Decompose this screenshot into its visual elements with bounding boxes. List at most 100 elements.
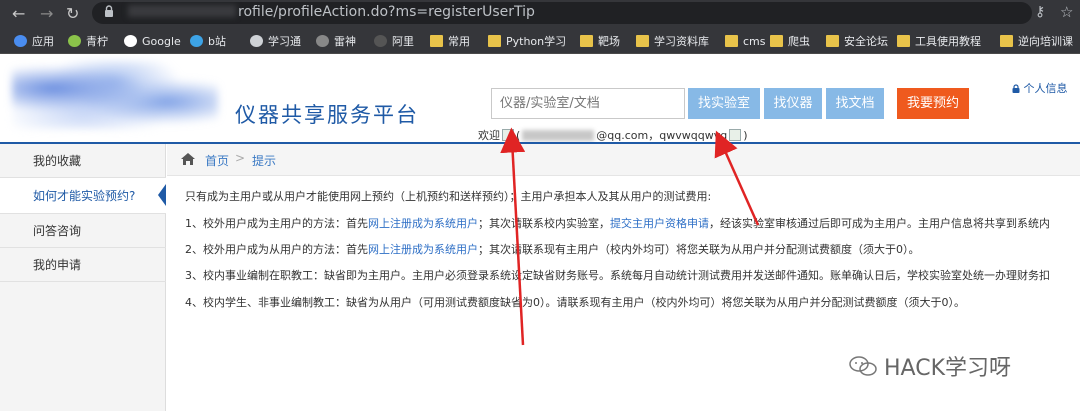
rule-line-1: 1、校外用户成为主用户的方法：首先网上注册成为系统用户；其次请联系校内实验室，提… bbox=[185, 215, 1050, 231]
browser-toolbar: ← → ↻ rofile/profileAction.do?ms=registe… bbox=[0, 0, 1080, 28]
search-input[interactable] bbox=[491, 88, 685, 119]
folder-icon bbox=[826, 35, 839, 47]
site-logo-blurred[interactable] bbox=[12, 61, 218, 129]
folder-icon bbox=[1000, 35, 1013, 47]
bookmark-item[interactable]: 爬虫 bbox=[770, 33, 810, 49]
bookmark-item[interactable]: 青柠 bbox=[68, 33, 108, 49]
lime-icon bbox=[68, 35, 81, 47]
find-document-button[interactable]: 找文档 bbox=[826, 88, 884, 119]
folder-icon bbox=[488, 35, 501, 47]
rule-1-text-a: 1、校外用户成为主用户的方法：首先 bbox=[185, 217, 368, 230]
welcome-email-tail: @qq.com，qwvwqqwvq bbox=[596, 129, 728, 142]
thunder-icon bbox=[316, 35, 329, 47]
bookmark-item[interactable]: Python学习 bbox=[488, 33, 566, 49]
bookmarks-bar: 应用 青柠 Google b站 学习通 雷神 阿里 常用 Python学习 靶场 学习资料库 cms 爬… bbox=[0, 28, 1080, 54]
welcome-close-paren: ) bbox=[743, 128, 748, 142]
bookmark-label: 阿里 bbox=[392, 35, 414, 48]
bookmark-label: 常用 bbox=[448, 35, 470, 48]
bookmark-item[interactable]: 安全论坛 bbox=[826, 33, 888, 49]
reserve-button[interactable]: 我要预约 bbox=[897, 88, 969, 119]
intro-text: 只有成为主用户或从用户才能使用网上预约（上机预约和送样预约）；主用户承担本人及其… bbox=[185, 190, 712, 203]
bookmark-item[interactable]: b站 bbox=[190, 33, 226, 49]
ali-icon bbox=[374, 35, 387, 47]
bookmark-label: Google bbox=[142, 34, 181, 48]
breadcrumb-home[interactable]: 首页 bbox=[205, 152, 229, 169]
lock-small-icon bbox=[1012, 84, 1020, 93]
bookmark-label: 逆向培训课 bbox=[1018, 35, 1073, 48]
bookmark-item[interactable]: 阿里 bbox=[374, 33, 414, 49]
bookmark-label: b站 bbox=[208, 35, 226, 48]
bookmark-label: 靶场 bbox=[598, 35, 620, 48]
welcome-text: 欢迎 ( @qq.com，qwvwqqwvq ) bbox=[478, 127, 748, 143]
sidebar-item-label: 我的收藏 bbox=[33, 154, 82, 168]
personal-info-label: 个人信息 bbox=[1023, 82, 1068, 95]
welcome-prefix: 欢迎 bbox=[478, 129, 500, 142]
folder-icon bbox=[897, 35, 910, 47]
rule-1-text-c: ，经该实验室审核通过后即可成为主用户。主用户信息将共享到系统内 bbox=[709, 217, 1050, 230]
site-title: 仪器共享服务平台 bbox=[235, 103, 419, 127]
bookmark-item[interactable]: 靶场 bbox=[580, 33, 620, 49]
broken-image-icon bbox=[729, 129, 742, 141]
bookmark-label: Python学习 bbox=[506, 35, 567, 48]
globe-icon bbox=[250, 35, 263, 47]
lock-icon[interactable] bbox=[104, 5, 114, 17]
sidebar-item-how-to-reserve[interactable]: 如何才能实验预约? bbox=[0, 178, 166, 214]
forward-icon[interactable]: → bbox=[40, 4, 53, 24]
find-instrument-button[interactable]: 找仪器 bbox=[764, 88, 822, 119]
reload-icon[interactable]: ↻ bbox=[66, 4, 79, 24]
bookmark-item[interactable]: 学习通 bbox=[250, 33, 301, 49]
folder-icon bbox=[636, 35, 649, 47]
blurred-url-host bbox=[128, 5, 236, 17]
bookmark-item[interactable]: 应用 bbox=[14, 33, 54, 49]
folder-icon bbox=[770, 35, 783, 47]
bookmark-label: 学习通 bbox=[268, 35, 301, 48]
register-link[interactable]: 网上注册成为系统用户 bbox=[368, 243, 478, 256]
google-icon bbox=[124, 35, 137, 47]
bilibili-icon bbox=[190, 35, 203, 47]
blurred-email-user bbox=[522, 129, 595, 141]
submit-main-user-application-link[interactable]: 提交主用户资格申请 bbox=[610, 217, 709, 230]
key-icon[interactable]: ⚷ bbox=[1035, 4, 1045, 20]
rule-line-4: 4、校内学生、非事业编制教工：缺省为从用户（可用测试费额度缺省为0）。请联系现有… bbox=[185, 296, 965, 309]
bookmark-item[interactable]: 学习资料库 bbox=[636, 33, 709, 49]
wechat-icon bbox=[849, 356, 877, 376]
bookmark-item[interactable]: Google bbox=[124, 33, 181, 49]
sidebar-item-my-applications[interactable]: 我的申请 bbox=[0, 248, 166, 282]
apps-grid-icon bbox=[14, 35, 27, 47]
bookmark-item[interactable]: 雷神 bbox=[316, 33, 356, 49]
back-icon[interactable]: ← bbox=[12, 4, 25, 24]
home-icon[interactable] bbox=[180, 152, 196, 166]
watermark-text: HACK学习呀 bbox=[884, 356, 1011, 381]
sidebar-item-favorites[interactable]: 我的收藏 bbox=[0, 144, 166, 178]
sidebar-item-label: 如何才能实验预约? bbox=[33, 189, 136, 203]
breadcrumb-separator: > bbox=[235, 151, 246, 165]
rule-2-text-a: 2、校外用户成为从用户的方法：首先 bbox=[185, 243, 368, 256]
bookmark-label: 雷神 bbox=[334, 35, 356, 48]
url-text[interactable]: rofile/profileAction.do?ms=registerUserT… bbox=[238, 3, 535, 21]
sidebar-item-label: 我的申请 bbox=[33, 258, 82, 272]
bookmark-label: 青柠 bbox=[86, 35, 108, 48]
breadcrumb: 首页 > 提示 bbox=[167, 144, 1080, 176]
breadcrumb-current[interactable]: 提示 bbox=[252, 152, 276, 169]
bookmark-label: 爬虫 bbox=[788, 35, 810, 48]
folder-icon bbox=[725, 35, 738, 47]
rule-line-2: 2、校外用户成为从用户的方法：首先网上注册成为系统用户；其次请联系现有主用户（校… bbox=[185, 241, 920, 257]
folder-icon bbox=[580, 35, 593, 47]
bookmark-label: 工具使用教程 bbox=[915, 35, 981, 48]
watermark: HACK学习呀 bbox=[848, 350, 1011, 382]
bookmark-item[interactable]: cms bbox=[725, 33, 766, 49]
personal-info-link[interactable]: 个人信息 bbox=[1012, 80, 1068, 96]
rule-2-text-b: ；其次请联系现有主用户（校内外均可）将您关联为从用户并分配测试费额度（须大于0）… bbox=[478, 243, 920, 256]
active-marker-icon bbox=[158, 184, 166, 206]
bookmark-item[interactable]: 常用 bbox=[430, 33, 470, 49]
bookmark-item[interactable]: 工具使用教程 bbox=[897, 33, 981, 49]
rule-1-text-b: ；其次请联系校内实验室， bbox=[478, 217, 610, 230]
sidebar-item-qa[interactable]: 问答咨询 bbox=[0, 214, 166, 248]
sidebar: 我的收藏 如何才能实验预约? 问答咨询 我的申请 bbox=[0, 144, 166, 411]
bookmark-item[interactable]: 逆向培训课 bbox=[1000, 33, 1073, 49]
register-link[interactable]: 网上注册成为系统用户 bbox=[368, 217, 478, 230]
sidebar-item-label: 问答咨询 bbox=[33, 224, 82, 238]
bookmark-star-icon[interactable]: ☆ bbox=[1060, 3, 1073, 21]
bookmark-label: 应用 bbox=[32, 35, 54, 48]
find-lab-button[interactable]: 找实验室 bbox=[688, 88, 760, 119]
